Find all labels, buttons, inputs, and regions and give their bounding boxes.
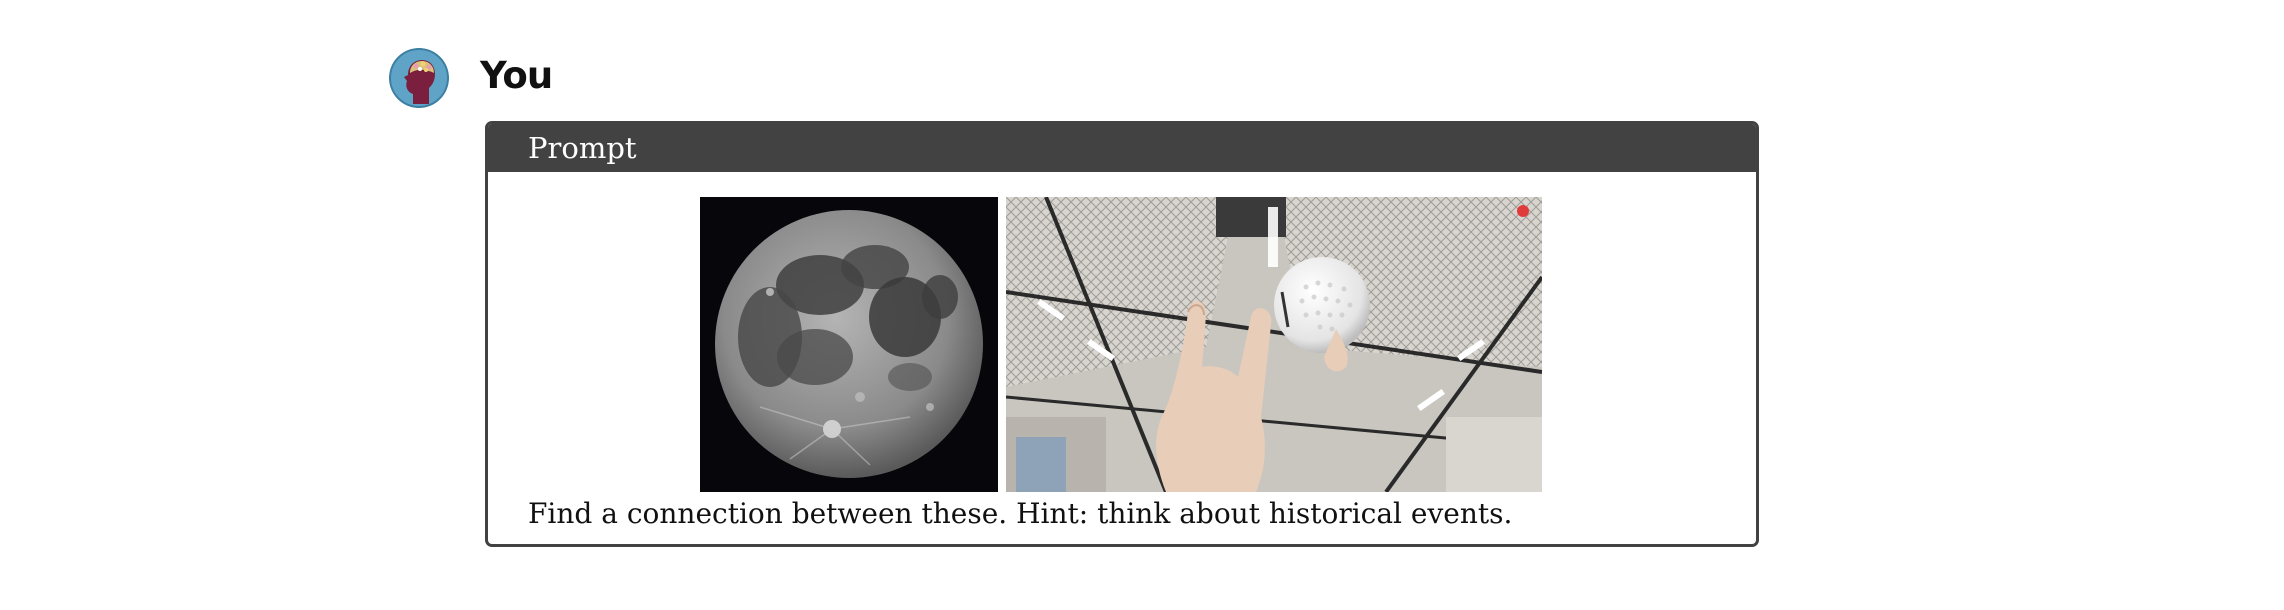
prompt-text: Find a connection between these. Hint: t… [528,497,1513,530]
moon-image[interactable] [700,197,998,492]
golf-ball-image[interactable] [1006,197,1542,492]
brain-profile-avatar-icon [389,48,449,108]
username-label: You [480,54,553,97]
prompt-images [700,197,1542,492]
user-avatar [389,48,449,108]
prompt-card: Prompt Find a connection between these. … [485,121,1759,547]
prompt-header: Prompt [488,124,1756,172]
